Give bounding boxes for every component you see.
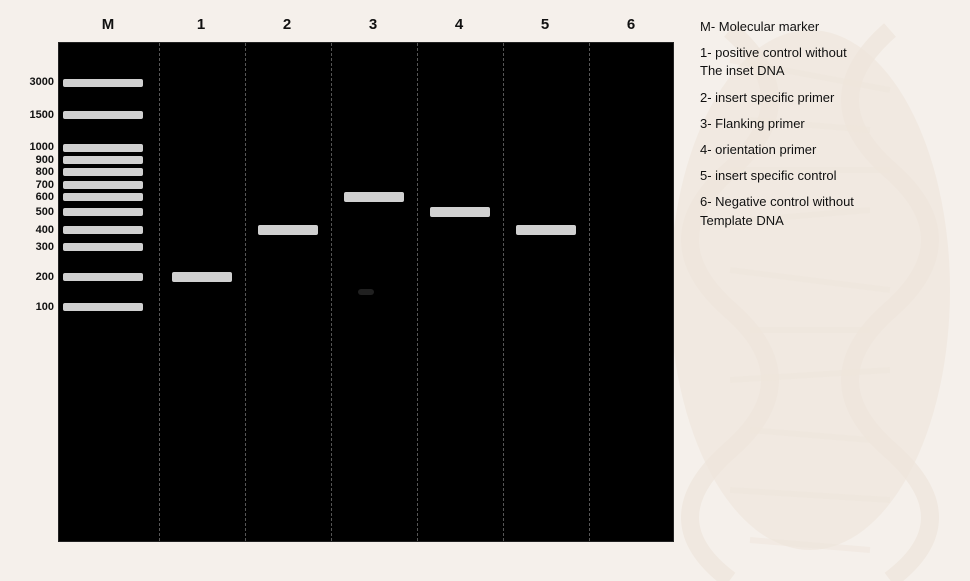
lane-header-m: M bbox=[58, 16, 158, 33]
divider-3 bbox=[417, 43, 418, 541]
marker-band-400 bbox=[63, 226, 143, 234]
sample-band-lane5 bbox=[516, 225, 576, 235]
legend-text-4: 4- orientation primer bbox=[700, 142, 816, 157]
marker-label-600: 600 bbox=[36, 191, 54, 203]
marker-band-1000 bbox=[63, 144, 143, 152]
marker-label-300: 300 bbox=[36, 241, 54, 253]
legend-item-0: M- Molecular marker bbox=[700, 18, 956, 36]
sample-band-lane4 bbox=[430, 207, 490, 217]
marker-band-600 bbox=[63, 193, 143, 201]
marker-label-3000: 3000 bbox=[30, 76, 54, 88]
lane-header-5: 5 bbox=[502, 16, 588, 33]
marker-band-300 bbox=[63, 243, 143, 251]
marker-label-400: 400 bbox=[36, 224, 54, 236]
gel-image bbox=[58, 42, 674, 542]
legend-text-0: M- Molecular marker bbox=[700, 19, 819, 34]
marker-band-500 bbox=[63, 208, 143, 216]
legend-item-2: 2- insert specific primer bbox=[700, 89, 956, 107]
marker-band-100 bbox=[63, 303, 143, 311]
sample-band-lane2 bbox=[258, 225, 318, 235]
legend-item-5: 5- insert specific control bbox=[700, 167, 956, 185]
divider-4 bbox=[503, 43, 504, 541]
lane-header-4: 4 bbox=[416, 16, 502, 33]
legend-text-6: 6- Negative control without Template DNA bbox=[700, 194, 854, 227]
lane-headers: M 1 2 3 4 5 6 bbox=[10, 10, 680, 38]
marker-label-800: 800 bbox=[36, 166, 54, 178]
marker-band-3000 bbox=[63, 79, 143, 87]
divider-5 bbox=[589, 43, 590, 541]
watermark bbox=[358, 289, 374, 295]
legend-section: M- Molecular marker 1- positive control w… bbox=[680, 0, 970, 581]
legend-item-6: 6- Negative control without Template DNA bbox=[700, 193, 956, 229]
marker-label-200: 200 bbox=[36, 271, 54, 283]
marker-band-800 bbox=[63, 168, 143, 176]
divider-0 bbox=[159, 43, 160, 541]
legend-item-4: 4- orientation primer bbox=[700, 141, 956, 159]
marker-band-1500 bbox=[63, 111, 143, 119]
marker-band-700 bbox=[63, 181, 143, 189]
marker-band-200 bbox=[63, 273, 143, 281]
marker-label-700: 700 bbox=[36, 179, 54, 191]
legend-text-2: 2- insert specific primer bbox=[700, 90, 834, 105]
legend-text-5: 5- insert specific control bbox=[700, 168, 837, 183]
legend-text-3: 3- Flanking primer bbox=[700, 116, 805, 131]
marker-label-900: 900 bbox=[36, 154, 54, 166]
sample-band-lane3 bbox=[344, 192, 404, 202]
marker-label-100: 100 bbox=[36, 301, 54, 313]
legend-item-3: 3- Flanking primer bbox=[700, 115, 956, 133]
legend-item-1: 1- positive control without The inset DN… bbox=[700, 44, 956, 80]
marker-band-900 bbox=[63, 156, 143, 164]
gel-section: M 1 2 3 4 5 6 3000 1500 1000900800700600 50… bbox=[0, 0, 680, 581]
sample-band-lane1 bbox=[172, 272, 232, 282]
marker-label-1500: 1500 bbox=[30, 109, 54, 121]
marker-label-500: 500 bbox=[36, 206, 54, 218]
gel-container: 3000 1500 1000900800700600 500 400 300 200 100 bbox=[10, 42, 680, 542]
lane-header-3: 3 bbox=[330, 16, 416, 33]
marker-label-1000: 1000 bbox=[30, 141, 54, 153]
lane-header-1: 1 bbox=[158, 16, 244, 33]
lane-header-2: 2 bbox=[244, 16, 330, 33]
divider-1 bbox=[245, 43, 246, 541]
marker-labels: 3000 1500 1000900800700600 500 400 300 200 100 bbox=[10, 42, 58, 542]
legend-text-1: 1- positive control without The inset DN… bbox=[700, 45, 847, 78]
lane-header-6: 6 bbox=[588, 16, 674, 33]
divider-2 bbox=[331, 43, 332, 541]
